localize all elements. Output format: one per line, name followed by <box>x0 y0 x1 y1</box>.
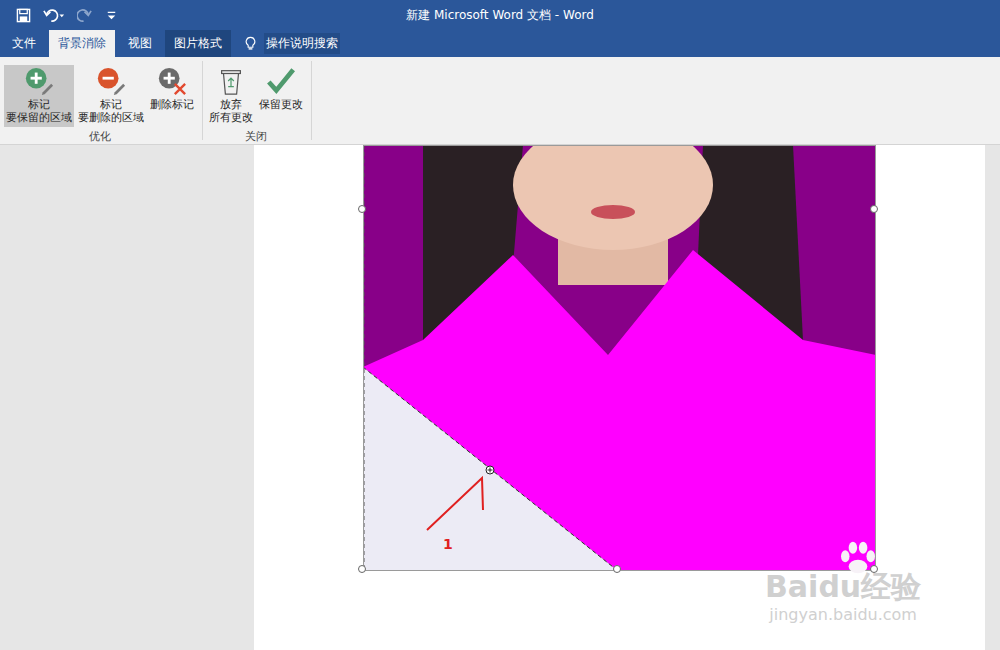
delete-mark-icon <box>157 66 187 96</box>
watermark-url: jingyan.baidu.com <box>769 605 917 625</box>
button-label: 标记 <box>28 98 50 111</box>
word-window: 新建 Microsoft Word 文档 - Word 文件背景消除视图图片格式… <box>0 0 1000 650</box>
undo-icon[interactable] <box>43 8 65 23</box>
ribbon-tab[interactable]: 背景消除 <box>49 30 115 57</box>
resize-handle[interactable] <box>613 565 621 573</box>
redo-icon[interactable] <box>77 8 92 23</box>
portrait-photo <box>363 145 876 571</box>
watermark-brand: Baidu经验 <box>765 569 921 605</box>
ribbon-button[interactable]: 放弃所有更改 <box>207 65 255 127</box>
button-label: 删除标记 <box>150 98 194 111</box>
mark-remove-icon <box>96 66 126 96</box>
button-label: 保留更改 <box>259 98 303 111</box>
ribbon-button[interactable]: 保留更改 <box>257 65 305 127</box>
group-label: 优化 <box>4 127 196 148</box>
ribbon: 标记要保留的区域 标记要删除的区域 删除标记 优化 放弃所有更改 保留更改 关闭 <box>0 57 1000 145</box>
ribbon-button[interactable]: 标记要保留的区域 <box>4 65 74 127</box>
resize-handle[interactable] <box>870 205 878 213</box>
recycle-bin-icon <box>216 66 246 96</box>
checkmark-icon <box>266 66 296 96</box>
watermark: Baidu经验 jingyan.baidu.com <box>765 541 921 625</box>
ribbon-group: 放弃所有更改 保留更改 关闭 <box>203 61 312 140</box>
ribbon-tab[interactable]: 图片格式 <box>165 30 231 57</box>
title-bar: 新建 Microsoft Word 文档 - Word <box>0 0 1000 30</box>
button-label: 所有更改 <box>209 111 253 124</box>
ribbon-tab[interactable]: 文件 <box>3 30 45 57</box>
ribbon-tabs: 文件背景消除视图图片格式 操作说明搜索 <box>0 30 1000 57</box>
ribbon-tab[interactable]: 视图 <box>119 30 161 57</box>
search-label: 操作说明搜索 <box>264 33 340 54</box>
resize-handle[interactable] <box>358 205 366 213</box>
ribbon-group: 标记要保留的区域 标记要删除的区域 删除标记 优化 <box>0 61 203 140</box>
mark-keep-icon <box>24 66 54 96</box>
ribbon-button[interactable]: 标记要删除的区域 <box>76 65 146 127</box>
save-icon[interactable] <box>16 8 31 23</box>
button-label: 标记 <box>100 98 122 111</box>
annotation-number: 1 <box>443 536 453 552</box>
window-title: 新建 Microsoft Word 文档 - Word <box>0 7 1000 24</box>
annotation-arrow-icon <box>363 145 876 571</box>
document-area: 1 Baidu经验 jingyan.baidu.com <box>0 145 1000 650</box>
customize-icon[interactable] <box>104 8 119 23</box>
button-label: 要删除的区域 <box>78 111 144 124</box>
button-label: 放弃 <box>220 98 242 111</box>
resize-handle[interactable] <box>358 565 366 573</box>
ribbon-button[interactable]: 删除标记 <box>148 65 196 127</box>
button-label: 要保留的区域 <box>6 111 72 124</box>
lightbulb-icon <box>243 36 258 51</box>
photo[interactable]: 1 <box>363 145 876 571</box>
quick-access-toolbar <box>0 8 119 23</box>
tell-me-search[interactable]: 操作说明搜索 <box>243 30 340 57</box>
